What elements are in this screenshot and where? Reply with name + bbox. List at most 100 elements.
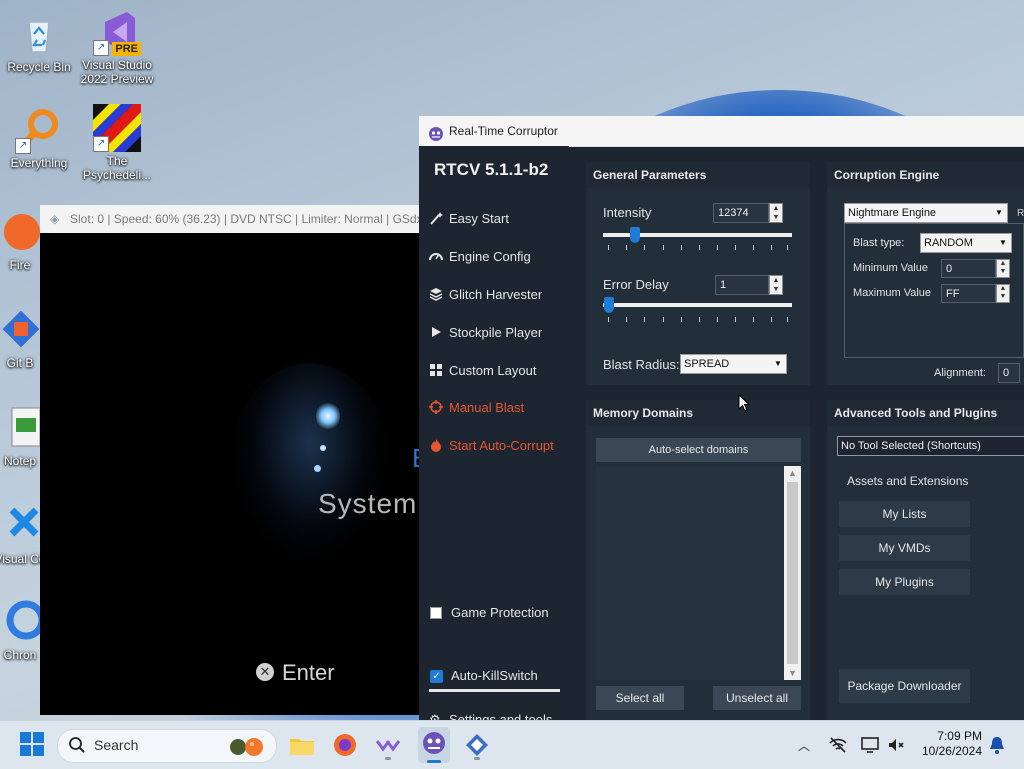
nav-custom-layout[interactable]: Custom Layout bbox=[429, 359, 536, 383]
desktop-icon-visual-studio[interactable]: ↗ PRE Visual Studio 2022 Preview bbox=[79, 8, 155, 86]
desktop-icon-label: Everything bbox=[10, 156, 68, 170]
panel-header: Advanced Tools and Plugins bbox=[827, 400, 1024, 426]
visual-studio-taskbar-icon[interactable] bbox=[374, 731, 402, 760]
blast-type-select[interactable]: RANDOM ▼ bbox=[920, 233, 1012, 253]
spin-up-icon: ▲ bbox=[999, 260, 1007, 267]
display-icon[interactable] bbox=[860, 735, 880, 755]
shortcut-arrow-icon: ↗ bbox=[93, 136, 109, 152]
engine-select[interactable]: Nightmare Engine ▼ bbox=[844, 203, 1008, 223]
my-plugins-button[interactable]: My Plugins bbox=[839, 569, 970, 595]
grid-icon bbox=[429, 361, 443, 376]
chevron-down-icon: ▼ bbox=[999, 238, 1007, 247]
corruption-engine-panel: Corruption Engine Nightmare Engine ▼ R B… bbox=[827, 162, 1024, 385]
nav-manual-blast[interactable]: Manual Blast bbox=[429, 396, 524, 420]
rtcv-taskbar-icon[interactable] bbox=[418, 727, 450, 763]
intensity-input[interactable]: 12374 bbox=[713, 203, 769, 223]
firefox-taskbar-icon[interactable] bbox=[331, 731, 359, 759]
intensity-label: Intensity bbox=[603, 205, 652, 220]
alignment-input[interactable]: 0 bbox=[998, 363, 1020, 383]
start-button[interactable] bbox=[19, 731, 47, 759]
emulator-taskbar-icon[interactable] bbox=[463, 731, 491, 760]
intensity-slider-ticks bbox=[603, 245, 792, 250]
chevron-down-icon: ▼ bbox=[774, 359, 782, 368]
notepad-icon bbox=[0, 404, 44, 452]
nav-label: Manual Blast bbox=[449, 400, 525, 415]
desktop-icon-everything[interactable]: ↗ Everything bbox=[1, 106, 77, 170]
show-hidden-icons-chevron-icon[interactable]: ︿ bbox=[798, 737, 810, 754]
recycle-bin-icon bbox=[15, 10, 63, 58]
windows-logo-icon bbox=[20, 732, 44, 756]
minimum-value-input[interactable]: 0 bbox=[941, 259, 996, 278]
scrollbar-thumb[interactable] bbox=[787, 482, 798, 664]
network-icon[interactable] bbox=[828, 735, 848, 755]
nav-easy-start[interactable]: Easy Start bbox=[429, 207, 509, 231]
file-explorer-icon[interactable] bbox=[288, 731, 316, 759]
rtcv-titlebar[interactable]: Real-Time Corruptor bbox=[419, 116, 1024, 147]
emulator-app-icon: ◈ bbox=[50, 212, 60, 226]
mouse-cursor bbox=[738, 393, 751, 419]
emulator-titlebar[interactable]: ◈ Slot: 0 | Speed: 60% (36.23) | DVD NTS… bbox=[40, 205, 420, 233]
intensity-slider-thumb[interactable] bbox=[630, 227, 640, 243]
stripes-icon: ↗ bbox=[93, 104, 141, 152]
scroll-up-icon[interactable]: ▲ bbox=[784, 466, 801, 480]
unselect-all-button[interactable]: Unselect all bbox=[713, 686, 801, 710]
panel-header: Corruption Engine bbox=[827, 162, 1024, 188]
emulator-window[interactable]: ◈ Slot: 0 | Speed: 60% (36.23) | DVD NTS… bbox=[40, 205, 429, 715]
desktop-icon-recycle-bin[interactable]: Recycle Bin bbox=[1, 10, 77, 74]
nav-start-auto-corrupt[interactable]: Start Auto-Corrupt bbox=[429, 434, 554, 458]
error-delay-spinner[interactable]: ▲ ▼ bbox=[769, 275, 783, 295]
error-delay-input[interactable]: 1 bbox=[715, 275, 769, 295]
cross-button-icon: ✕ bbox=[256, 663, 274, 681]
blast-type-label: Blast type: bbox=[853, 237, 905, 249]
blast-radius-select[interactable]: SPREAD ▼ bbox=[680, 354, 787, 374]
chevron-down-icon: ▼ bbox=[995, 208, 1003, 217]
select-all-button[interactable]: Select all bbox=[596, 686, 684, 710]
rtcv-window[interactable]: Real-Time Corruptor RTCV 5.1.1-b2 Easy S… bbox=[419, 116, 1024, 720]
maximum-value-input[interactable]: FF bbox=[941, 284, 996, 303]
spin-down-icon: ▼ bbox=[772, 214, 780, 221]
active-indicator bbox=[427, 760, 441, 763]
clock-date: 10/26/2024 bbox=[921, 744, 982, 758]
gear-icon: ⚙ bbox=[429, 712, 441, 720]
enter-label: Enter bbox=[282, 660, 335, 685]
nav-label: Engine Config bbox=[449, 249, 531, 264]
nav-glitch-harvester[interactable]: Glitch Harvester bbox=[429, 283, 542, 307]
error-delay-slider-thumb[interactable] bbox=[604, 297, 614, 313]
my-vmds-button[interactable]: My VMDs bbox=[839, 535, 970, 561]
nav-engine-config[interactable]: Engine Config bbox=[429, 245, 531, 269]
scroll-down-icon[interactable]: ▼ bbox=[784, 666, 801, 680]
spin-down-icon: ▼ bbox=[772, 286, 780, 293]
intensity-spinner[interactable]: ▲ ▼ bbox=[769, 203, 783, 223]
game-screen[interactable]: System B ✕ Enter bbox=[40, 233, 429, 715]
minimum-value-spinner[interactable]: ▲ ▼ bbox=[996, 259, 1010, 278]
auto-select-domains-button[interactable]: Auto-select domains bbox=[596, 438, 801, 462]
notification-bell-icon[interactable] bbox=[988, 735, 1006, 755]
error-delay-label: Error Delay bbox=[603, 277, 669, 292]
volume-muted-icon[interactable] bbox=[886, 735, 906, 755]
desktop-icon-psychedelic[interactable]: ↗ The Psychedeli... bbox=[79, 104, 155, 182]
nav-stockpile-player[interactable]: Stockpile Player bbox=[429, 321, 542, 345]
memory-domains-panel: Memory Domains Auto-select domains ▲ ▼ S… bbox=[586, 400, 810, 720]
engine-value: Nightmare Engine bbox=[848, 207, 937, 219]
game-protection-label: Game Protection bbox=[451, 605, 549, 620]
panel-header: Memory Domains bbox=[586, 400, 810, 426]
app-version-title: RTCV 5.1.1-b2 bbox=[434, 160, 549, 179]
panel-header: General Parameters bbox=[586, 162, 810, 188]
tool-shortcut-select[interactable]: No Tool Selected (Shortcuts) bbox=[837, 436, 1024, 456]
auto-killswitch-checkbox[interactable]: ✓ bbox=[430, 670, 443, 683]
game-protection-checkbox[interactable] bbox=[430, 607, 442, 619]
play-icon bbox=[429, 323, 443, 337]
taskbar-search-box[interactable]: Search bbox=[57, 729, 277, 763]
my-lists-button[interactable]: My Lists bbox=[839, 501, 970, 527]
spin-down-icon: ▼ bbox=[999, 293, 1007, 300]
domains-list[interactable] bbox=[596, 466, 801, 680]
rtcv-sidebar: RTCV 5.1.1-b2 Easy Start Engine Config G… bbox=[419, 146, 569, 720]
error-delay-slider-track[interactable] bbox=[603, 303, 792, 307]
package-downloader-button[interactable]: Package Downloader bbox=[839, 669, 970, 703]
crosshair-icon bbox=[429, 398, 443, 414]
domains-scrollbar[interactable]: ▲ ▼ bbox=[784, 466, 801, 680]
nav-settings-and-tools[interactable]: ⚙ Settings and tools bbox=[429, 712, 552, 720]
blast-radius-label: Blast Radius: bbox=[603, 357, 680, 372]
clock[interactable]: 7:09 PM 10/26/2024 bbox=[918, 729, 982, 759]
maximum-value-spinner[interactable]: ▲ ▼ bbox=[996, 284, 1010, 303]
